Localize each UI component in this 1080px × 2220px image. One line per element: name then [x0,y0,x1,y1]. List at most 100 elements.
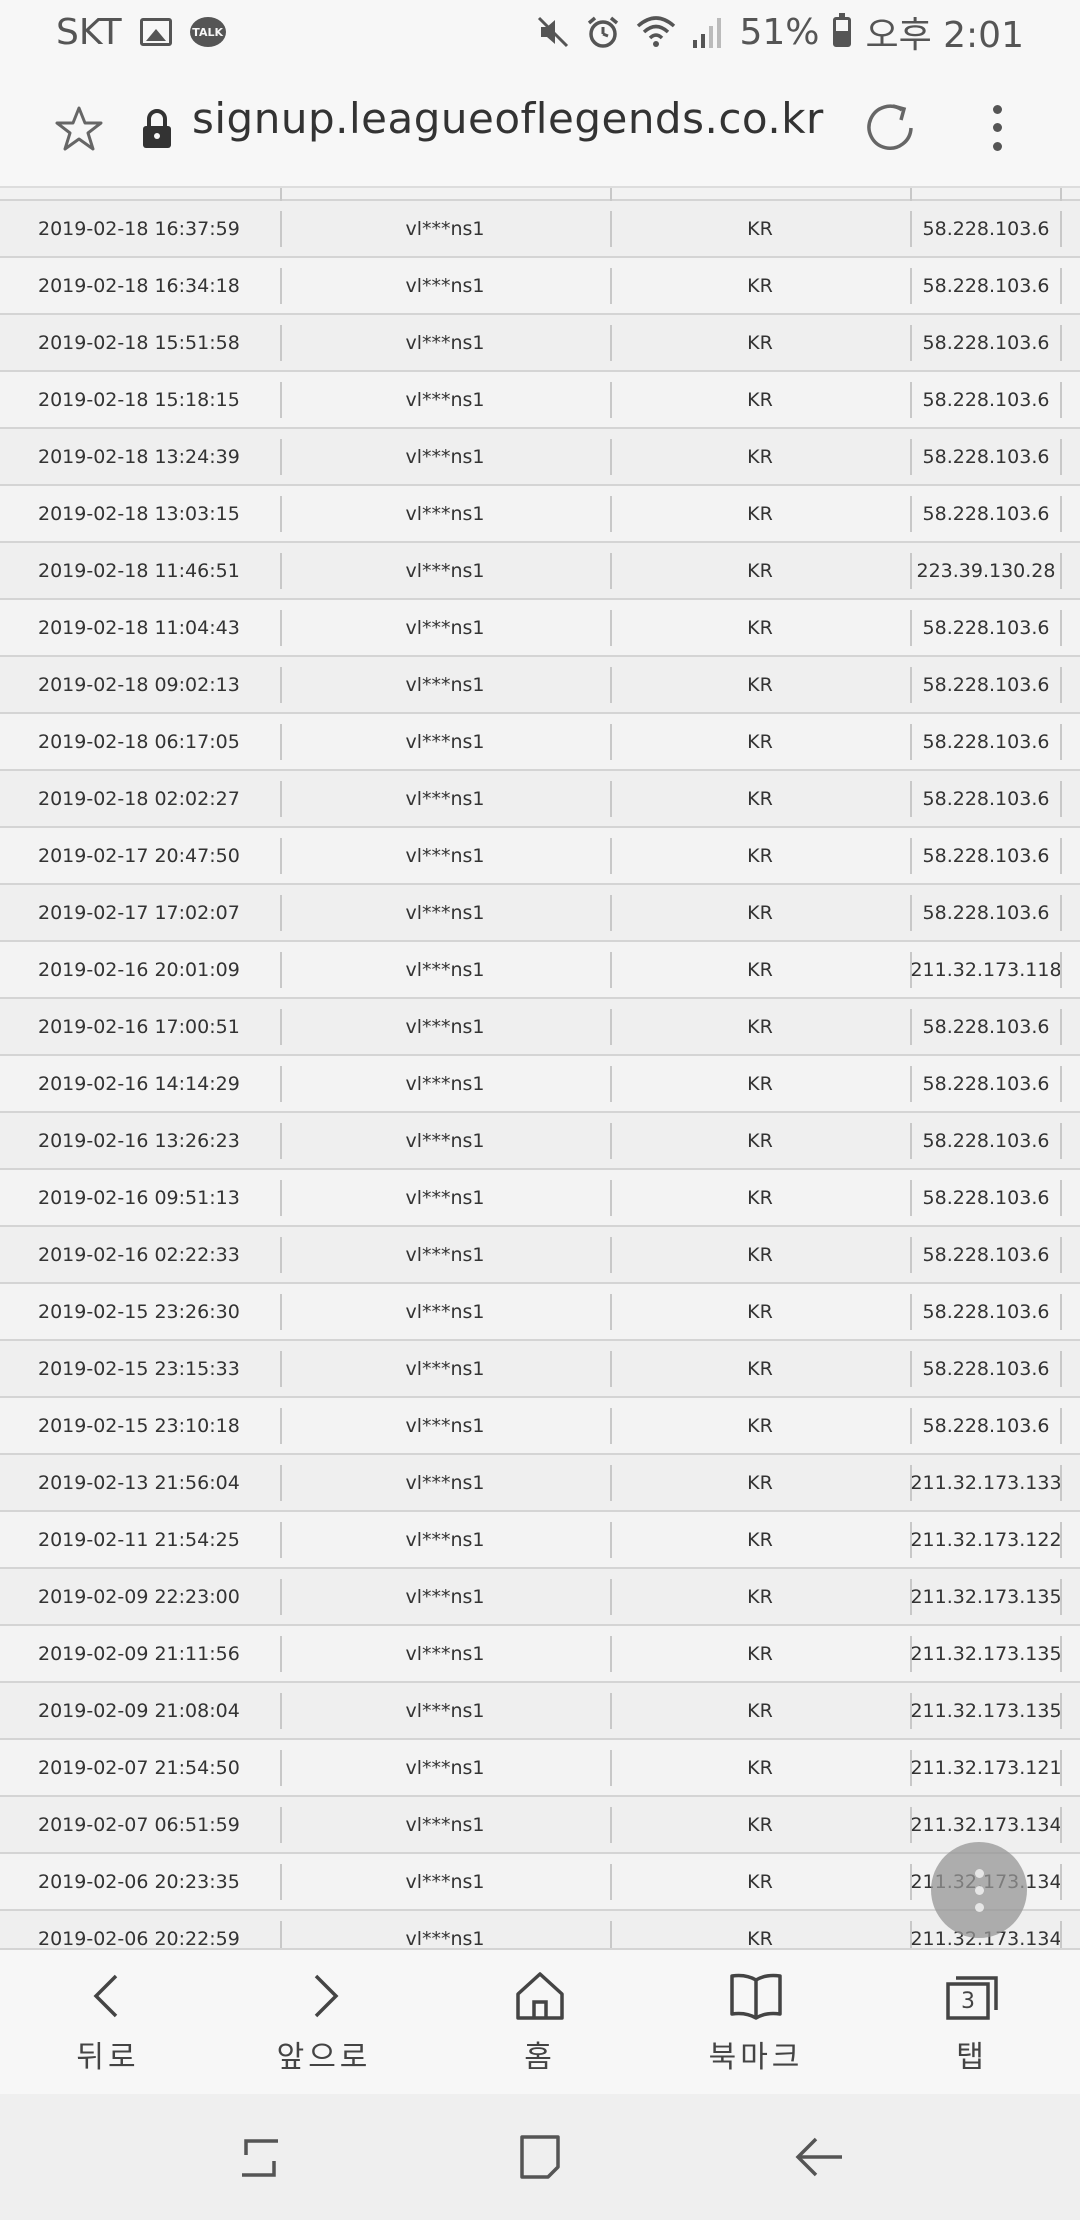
ip-address-cell: 58.228.103.6 [922,1129,1050,1152]
account-id-cell: vl***ns1 [405,1642,485,1665]
android-nav-bar [0,2094,1080,2220]
table-row: 2019-02-17 20:47:50 vl***ns1 KR 58.228.1… [0,828,1080,885]
login-date-cell: 2019-02-07 06:51:59 [38,1813,240,1836]
column-separator [1060,1921,1062,1948]
region-cell: KR [747,787,773,810]
ip-address-cell: 211.32.173.118 [910,958,1062,981]
region-cell: KR [747,1129,773,1152]
login-date-cell: 2019-02-18 06:17:05 [38,730,240,753]
chevron-right-icon [314,1974,339,2018]
table-row: 2019-02-18 13:24:39 vl***ns1 KR 58.228.1… [0,429,1080,486]
more-menu-button[interactable] [982,100,1012,156]
table-row: 2019-02-18 02:02:27 vl***ns1 KR 58.228.1… [0,771,1080,828]
ip-address-cell: 58.228.103.6 [922,901,1050,924]
column-separator [1060,724,1062,760]
tabs-button[interactable]: 3 탭 [864,1950,1080,2094]
account-id-cell: vl***ns1 [405,787,485,810]
login-date-cell: 2019-02-18 16:37:59 [38,217,240,240]
region-cell: KR [747,1813,773,1836]
login-date-cell: 2019-02-18 11:46:51 [38,559,240,582]
talk-icon-label: TALK [192,25,223,39]
column-separator [1060,496,1062,532]
login-date-cell: 2019-02-06 20:23:35 [38,1870,240,1893]
table-row: 2019-02-18 16:37:59 vl***ns1 KR 58.228.1… [0,201,1080,258]
ip-address-cell: 58.228.103.6 [922,844,1050,867]
recent-apps-button[interactable] [230,2127,290,2187]
table-row: 2019-02-18 15:18:15 vl***ns1 KR 58.228.1… [0,372,1080,429]
login-date-cell: 2019-02-18 13:03:15 [38,502,240,525]
bookmarks-button[interactable]: 북마크 [648,1950,864,2094]
ip-address-cell: 211.32.173.135 [910,1642,1062,1665]
login-date-cell: 2019-02-09 21:11:56 [38,1642,240,1665]
column-separator [1060,1180,1062,1216]
login-date-cell: 2019-02-11 21:54:25 [38,1528,240,1551]
table-row: 2019-02-06 20:22:59 vl***ns1 KR 211.32.1… [0,1911,1080,1948]
star-icon [55,106,103,151]
bookmarks-label: 북마크 [708,2040,804,2075]
region-cell: KR [747,958,773,981]
table-row: 2019-02-09 21:08:04 vl***ns1 KR 211.32.1… [0,1683,1080,1740]
column-separator [1060,1807,1062,1843]
column-separator [1060,1351,1062,1387]
ip-address-cell: 211.32.173.121 [910,1756,1062,1779]
menu-dot [992,142,1002,152]
account-id-cell: vl***ns1 [405,1129,485,1152]
account-id-cell: vl***ns1 [405,1414,485,1437]
back-nav-button[interactable] [790,2127,850,2187]
column-separator [1060,1864,1062,1900]
account-id-cell: vl***ns1 [405,673,485,696]
ip-address-cell: 58.228.103.6 [922,1414,1050,1437]
account-id-cell: vl***ns1 [405,1585,485,1608]
table-row: 2019-02-18 06:17:05 vl***ns1 KR 58.228.1… [0,714,1080,771]
column-separator [1060,952,1062,988]
home-label: 홈 [524,2040,556,2075]
account-id-cell: vl***ns1 [405,730,485,753]
region-cell: KR [747,1870,773,1893]
login-history-table[interactable]: 2019-02-18 16:37:59 vl***ns1 KR 58.228.1… [0,188,1080,1948]
home-nav-button[interactable] [510,2127,570,2187]
account-id-cell: vl***ns1 [405,1528,485,1551]
ip-address-cell: 211.32.173.135 [910,1585,1062,1608]
reload-button[interactable] [862,100,918,156]
login-date-cell: 2019-02-18 16:34:18 [38,274,240,297]
region-cell: KR [747,1699,773,1722]
region-cell: KR [747,1927,773,1949]
ip-address-cell: 58.228.103.6 [922,1015,1050,1038]
url-field[interactable]: signup.leagueoflegends.co.kr [192,94,824,143]
fab-dot [974,1902,984,1912]
account-id-cell: vl***ns1 [405,274,485,297]
region-cell: KR [747,616,773,639]
signal-icon [693,18,722,48]
account-id-cell: vl***ns1 [405,1015,485,1038]
region-cell: KR [747,901,773,924]
back-button[interactable]: 뒤로 [0,1950,216,2094]
forward-button[interactable]: 앞으로 [216,1950,432,2094]
account-id-cell: vl***ns1 [405,217,485,240]
column-separator [1060,1408,1062,1444]
column-separator [1060,325,1062,361]
table-row: 2019-02-15 23:10:18 vl***ns1 KR 58.228.1… [0,1398,1080,1455]
table-row: 2019-02-18 09:02:13 vl***ns1 KR 58.228.1… [0,657,1080,714]
region-cell: KR [747,388,773,411]
login-date-cell: 2019-02-18 02:02:27 [38,787,240,810]
region-cell: KR [747,1243,773,1266]
region-cell: KR [747,502,773,525]
table-row: 2019-02-09 21:11:56 vl***ns1 KR 211.32.1… [0,1626,1080,1683]
account-id-cell: vl***ns1 [405,616,485,639]
floating-menu-button[interactable] [931,1842,1027,1938]
region-cell: KR [747,730,773,753]
ip-address-cell: 211.32.173.135 [910,1699,1062,1722]
home-button[interactable]: 홈 [432,1950,648,2094]
column-separator [1060,1465,1062,1501]
column-separator [1060,439,1062,475]
login-date-cell: 2019-02-16 02:22:33 [38,1243,240,1266]
kakaotalk-notification-icon: TALK [189,17,226,47]
login-date-cell: 2019-02-15 23:15:33 [38,1357,240,1380]
bookmark-star-button[interactable] [52,102,106,156]
column-separator [1060,1693,1062,1729]
account-id-cell: vl***ns1 [405,1870,485,1893]
table-row: 2019-02-16 13:26:23 vl***ns1 KR 58.228.1… [0,1113,1080,1170]
open-book-icon [730,1973,782,2020]
account-id-cell: vl***ns1 [405,1243,485,1266]
ip-address-cell: 58.228.103.6 [922,1243,1050,1266]
